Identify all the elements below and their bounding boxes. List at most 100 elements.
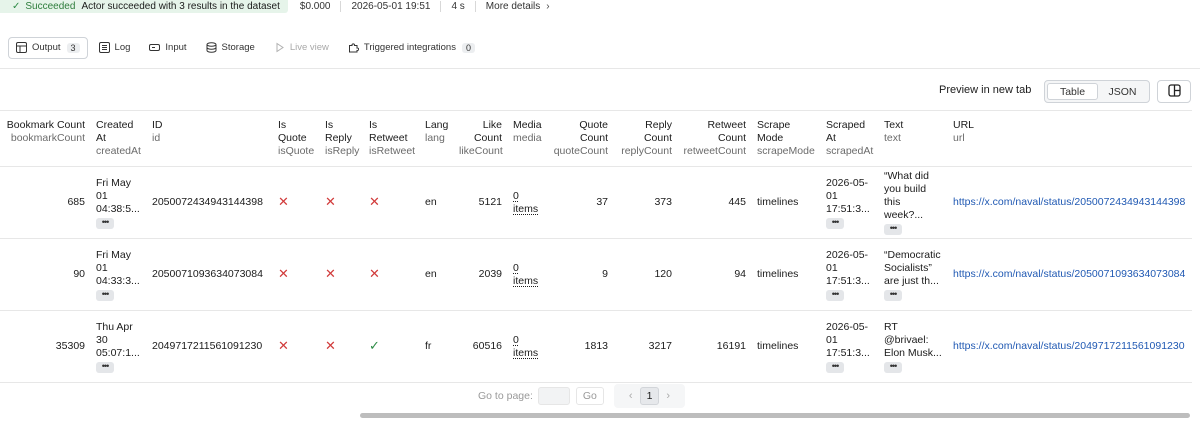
cell-isQuote: ✕ (272, 238, 319, 311)
column-header-createdAt[interactable]: Created At createdAt (90, 110, 146, 167)
column-label: Created At (96, 119, 134, 144)
cell-scrapedAt: 2026-05-01 17:51:3... ••• (820, 238, 878, 311)
tweet-url-link[interactable]: https://x.com/naval/status/2049717211561… (953, 340, 1185, 352)
cell-value: 2026-05-01 17:51:3... (826, 320, 870, 359)
column-header-media[interactable]: Media media (507, 110, 547, 167)
cell-value: 373 (654, 196, 672, 208)
next-page-icon[interactable]: › (659, 390, 677, 402)
cell-scrapeMode: timelines (751, 238, 820, 311)
cell-value: Fri May 01 04:38:5... (96, 176, 140, 215)
horizontal-scrollbar[interactable] (360, 413, 1200, 418)
cell-isQuote: ✕ (272, 166, 319, 239)
column-header-isQuote[interactable]: Is Quote isQuote (272, 110, 319, 167)
tab-log[interactable]: Log (91, 37, 139, 59)
expand-cell-button[interactable]: ••• (884, 224, 902, 235)
tab-live-view[interactable]: Live view (266, 37, 337, 59)
cell-replyCount: 120 (613, 238, 677, 311)
cell-isReply: ✕ (319, 238, 363, 311)
cell-url: https://x.com/naval/status/2050072434943… (947, 166, 1192, 239)
view-json-option[interactable]: JSON (1098, 83, 1147, 100)
preview-in-new-tab-link[interactable]: Preview in new tab (939, 84, 1031, 96)
column-header-quoteCount[interactable]: Quote Count quoteCount (547, 110, 613, 167)
cell-scrapedAt: 2026-05-01 17:51:3... ••• (820, 166, 878, 239)
expand-cell-button[interactable]: ••• (826, 361, 844, 373)
column-header-likeCount[interactable]: Like Count likeCount (453, 110, 507, 167)
horizontal-scroll-thumb[interactable] (360, 413, 1190, 418)
cell-media: 0 items (507, 166, 547, 239)
expand-cell-button[interactable]: ••• (884, 289, 902, 301)
cell-scrapeMode: timelines (751, 166, 820, 239)
cell-scrapeMode: timelines (751, 310, 820, 383)
play-icon (274, 42, 285, 53)
cell-isRetweet: ✕ (363, 166, 419, 239)
cell-value: 2039 (478, 268, 502, 280)
tab-storage[interactable]: Storage (198, 37, 263, 59)
column-header-scrapeMode[interactable]: Scrape Mode scrapeMode (751, 110, 820, 167)
tweet-url-link[interactable]: https://x.com/naval/status/2050071093634… (953, 268, 1185, 280)
column-label: Text (884, 119, 904, 131)
cell-media: 0 items (507, 238, 547, 311)
column-label: Bookmark Count (6, 119, 85, 131)
column-header-scrapedAt[interactable]: Scraped At scrapedAt (820, 110, 878, 167)
expand-cell-button[interactable]: ••• (96, 361, 114, 373)
expand-cell-button[interactable]: ••• (884, 361, 902, 373)
cell-retweetCount: 16191 (677, 310, 751, 383)
column-label: Is Retweet (369, 119, 408, 144)
cell-createdAt: Thu Apr 30 05:07:1... ••• (90, 310, 146, 383)
cross-icon: ✕ (278, 266, 289, 281)
media-items-link[interactable]: 0 items (513, 334, 538, 359)
view-table-option[interactable]: Table (1047, 83, 1098, 100)
column-header-lang[interactable]: Lang lang (419, 110, 453, 167)
tab-output-count: 3 (66, 42, 80, 53)
cell-text: RT @brivael: Elon Musk... ••• (878, 310, 947, 383)
tab-output[interactable]: Output 3 (8, 36, 88, 59)
cell-retweetCount: 94 (677, 238, 751, 311)
cell-createdAt: Fri May 01 04:38:5... ••• (90, 166, 146, 239)
cell-value: timelines (757, 196, 799, 208)
tab-triggered-integrations[interactable]: Triggered integrations 0 (340, 37, 483, 59)
cell-bookmarkCount: 90 (0, 238, 90, 311)
column-label: Quote Count (579, 119, 608, 144)
puzzle-icon (348, 42, 359, 53)
run-cost: $0.000 (299, 1, 331, 12)
cell-isQuote: ✕ (272, 310, 319, 383)
chevron-right-icon: › (546, 1, 550, 12)
cell-id: 2049717211561091230 (146, 310, 272, 383)
column-key: lang (425, 132, 445, 144)
cell-value: 2049717211561091230 (152, 340, 263, 352)
column-header-url[interactable]: URL url (947, 110, 1192, 167)
cell-value: Fri May 01 04:33:3... (96, 248, 140, 287)
column-header-id[interactable]: ID id (146, 110, 272, 167)
media-items-link[interactable]: 0 items (513, 190, 538, 215)
prev-page-icon[interactable]: ‹ (622, 390, 640, 402)
column-label: Retweet Count (707, 119, 746, 144)
expand-cell-button[interactable]: ••• (96, 217, 114, 229)
pagination: Go to page: Go ‹ 1 › (478, 383, 686, 409)
cell-value: 37 (596, 196, 608, 208)
column-header-text[interactable]: Text text (878, 110, 947, 167)
tab-input[interactable]: Input (141, 37, 194, 59)
input-icon (149, 42, 161, 53)
go-button[interactable]: Go (575, 387, 604, 405)
current-page-button[interactable]: 1 (639, 387, 660, 405)
column-header-bookmarkCount[interactable]: Bookmark Count bookmarkCount (0, 110, 90, 167)
column-layout-button[interactable] (1157, 80, 1191, 103)
column-header-replyCount[interactable]: Reply Count replyCount (613, 110, 677, 167)
expand-cell-button[interactable]: ••• (826, 217, 844, 229)
table-row: 685 Fri May 01 04:38:5... ••• 2050072434943… (0, 166, 1192, 239)
column-key: isRetweet (369, 145, 416, 157)
column-header-isRetweet[interactable]: Is Retweet isRetweet (363, 110, 419, 167)
cell-value: 94 (734, 268, 746, 280)
cell-likeCount: 2039 (453, 238, 507, 311)
expand-cell-button[interactable]: ••• (826, 289, 844, 301)
media-items-link[interactable]: 0 items (513, 262, 538, 287)
tweet-url-link[interactable]: https://x.com/naval/status/2050072434943… (953, 196, 1185, 208)
expand-cell-button[interactable]: ••• (96, 289, 114, 301)
column-header-isReply[interactable]: Is Reply isReply (319, 110, 363, 167)
cell-url: https://x.com/naval/status/2049717211561… (947, 310, 1192, 383)
cell-value: 445 (728, 196, 746, 208)
more-details-button[interactable]: More details › (474, 1, 560, 12)
goto-page-input[interactable] (537, 387, 570, 405)
column-header-retweetCount[interactable]: Retweet Count retweetCount (677, 110, 751, 167)
cell-lang: fr (419, 310, 453, 383)
